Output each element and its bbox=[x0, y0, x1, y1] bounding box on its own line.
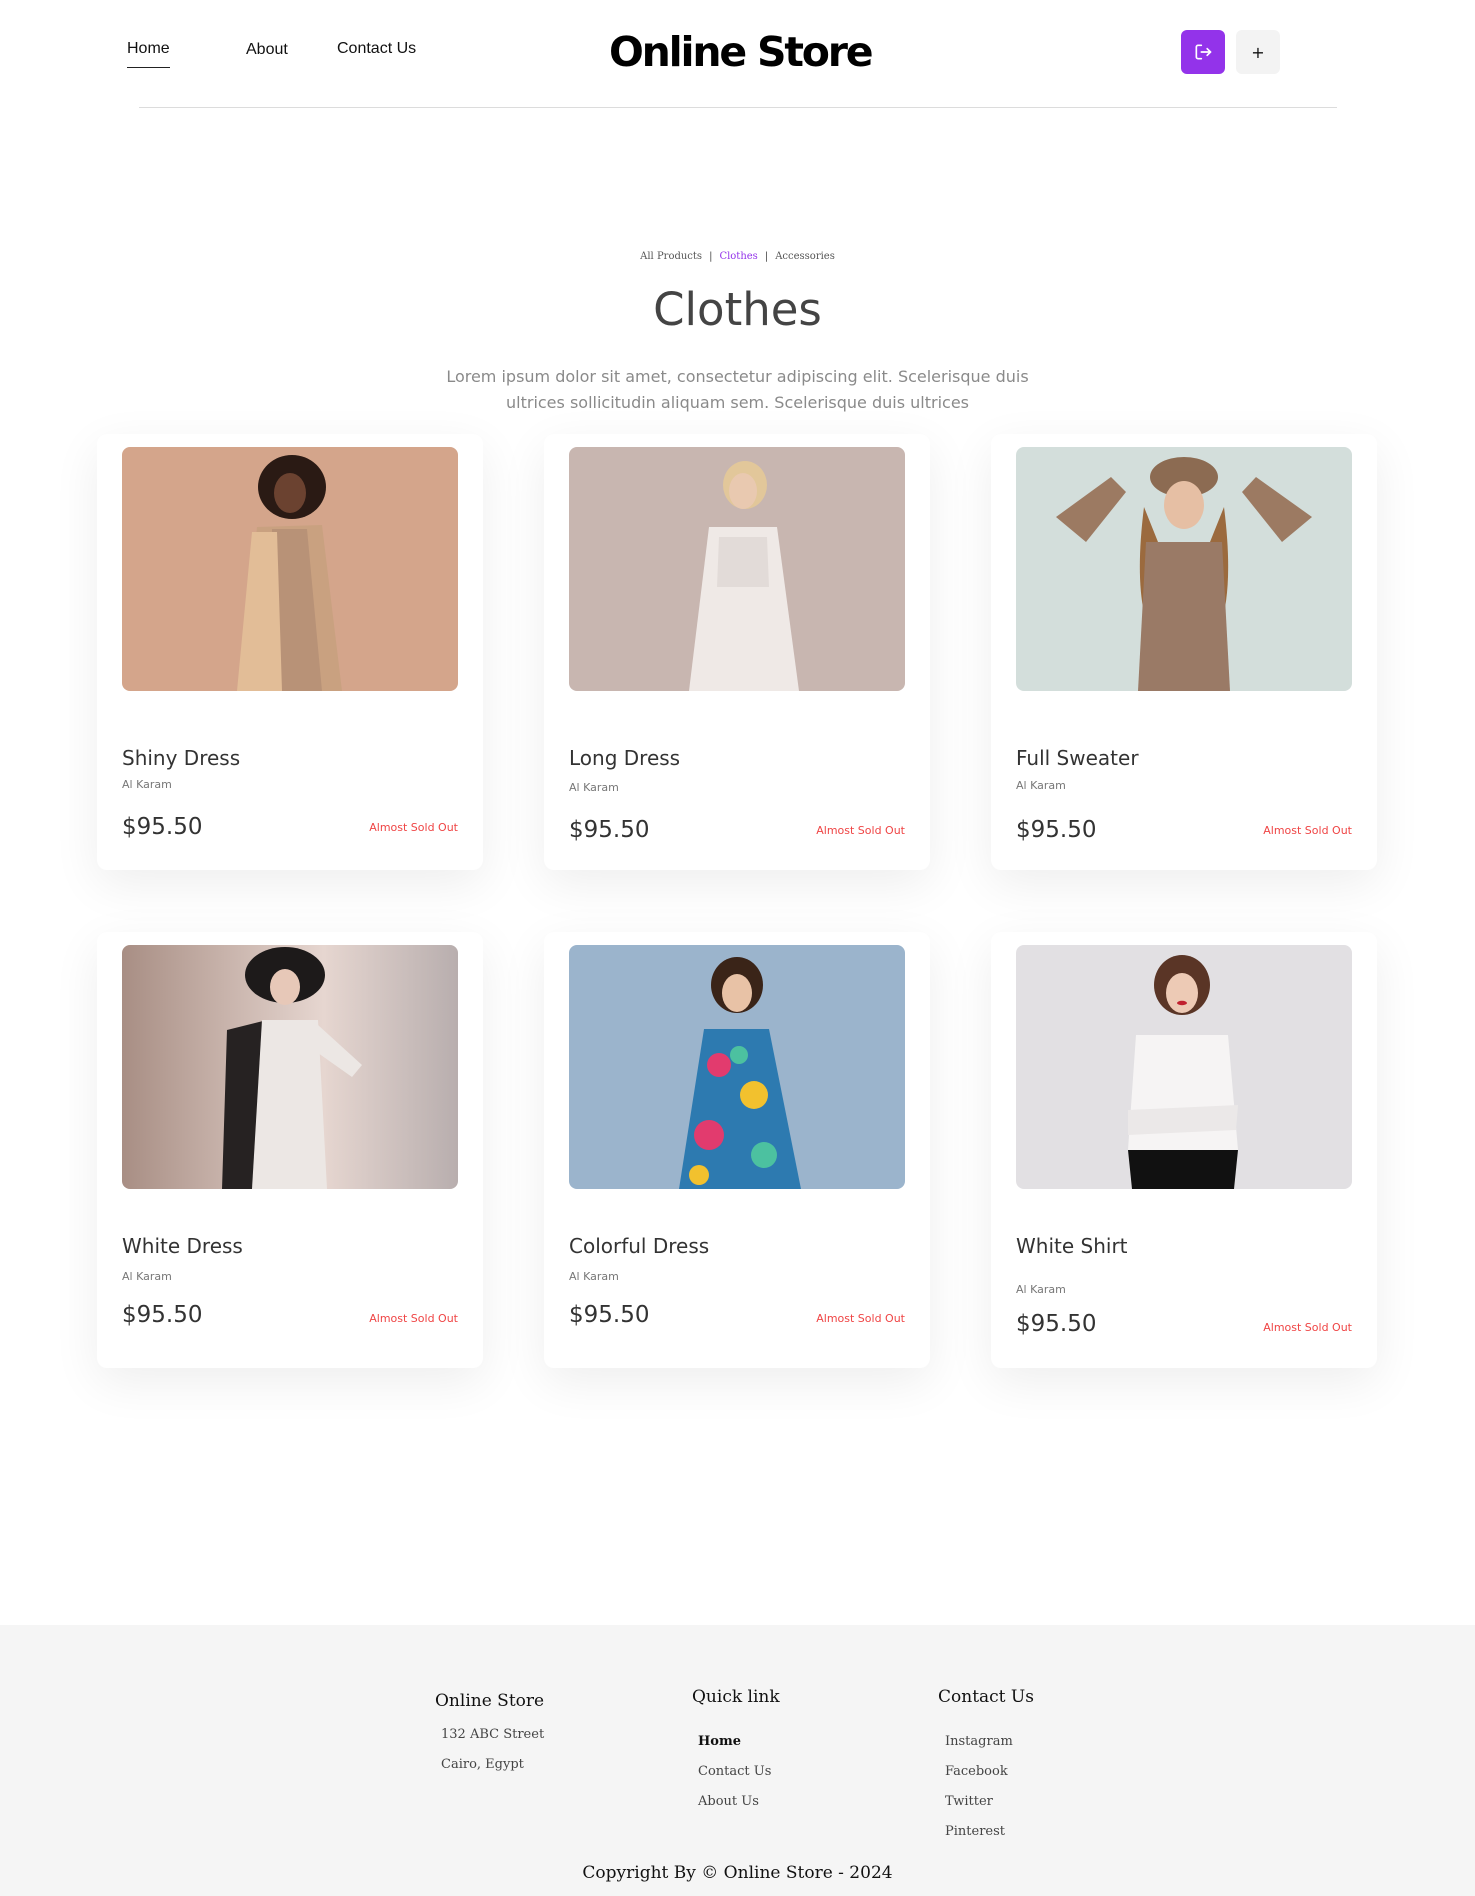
logout-icon bbox=[1195, 44, 1212, 60]
category-breadcrumb: All Products | Clothes | Accessories bbox=[0, 251, 1475, 262]
copyright-text: Copyright By © Online Store - 2024 bbox=[582, 1863, 893, 1883]
product-price: $95.50 bbox=[122, 1302, 203, 1328]
brand-logo[interactable]: Online Store bbox=[609, 28, 874, 76]
stock-status: Almost Sold Out bbox=[816, 1312, 905, 1325]
product-image[interactable] bbox=[122, 447, 458, 691]
breadcrumb-clothes[interactable]: Clothes bbox=[719, 251, 757, 262]
footer-link-twitter[interactable]: Twitter bbox=[945, 1794, 993, 1809]
product-name: Colorful Dress bbox=[569, 1234, 710, 1258]
product-brand: Al Karam bbox=[1016, 1283, 1066, 1296]
product-brand: Al Karam bbox=[569, 781, 619, 794]
product-card[interactable]: White Dress Al Karam $95.50 Almost Sold … bbox=[97, 932, 483, 1368]
product-image[interactable] bbox=[569, 447, 905, 691]
product-card[interactable]: White Shirt Al Karam $95.50 Almost Sold … bbox=[991, 932, 1377, 1368]
stock-status: Almost Sold Out bbox=[1263, 824, 1352, 837]
logout-button[interactable] bbox=[1181, 30, 1225, 74]
product-card[interactable]: Full Sweater Al Karam $95.50 Almost Sold… bbox=[991, 434, 1377, 870]
plus-icon: + bbox=[1251, 42, 1265, 62]
product-name: Shiny Dress bbox=[122, 746, 241, 770]
stock-status: Almost Sold Out bbox=[369, 821, 458, 834]
product-price: $95.50 bbox=[1016, 817, 1097, 843]
stock-status: Almost Sold Out bbox=[369, 1312, 458, 1325]
breadcrumb-accessories[interactable]: Accessories bbox=[775, 251, 835, 262]
breadcrumb-separator: | bbox=[709, 251, 713, 262]
product-image[interactable] bbox=[122, 945, 458, 1189]
footer-contact-title: Contact Us bbox=[938, 1687, 1034, 1707]
footer-link-contact-us[interactable]: Contact Us bbox=[698, 1764, 771, 1779]
footer-link-facebook[interactable]: Facebook bbox=[945, 1764, 1008, 1779]
product-card[interactable]: Shiny Dress Al Karam $95.50 Almost Sold … bbox=[97, 434, 483, 870]
product-brand: Al Karam bbox=[122, 1270, 172, 1283]
product-name: White Shirt bbox=[1016, 1234, 1128, 1258]
page-title: Clothes bbox=[653, 283, 822, 336]
section-description: Lorem ipsum dolor sit amet, consectetur … bbox=[446, 367, 1029, 412]
product-price: $95.50 bbox=[569, 817, 650, 843]
product-image[interactable] bbox=[1016, 945, 1352, 1189]
footer-link-home[interactable]: Home bbox=[698, 1734, 741, 1749]
product-image[interactable] bbox=[569, 945, 905, 1189]
breadcrumb-all-products[interactable]: All Products bbox=[640, 251, 702, 262]
product-name: Full Sweater bbox=[1016, 746, 1139, 770]
footer-link-pinterest[interactable]: Pinterest bbox=[945, 1824, 1005, 1839]
nav-home-link[interactable]: Home bbox=[127, 40, 170, 68]
nav-about-link[interactable]: About bbox=[246, 41, 288, 59]
stock-status: Almost Sold Out bbox=[816, 824, 905, 837]
product-price: $95.50 bbox=[122, 814, 203, 840]
breadcrumb-separator: | bbox=[764, 251, 769, 262]
footer-link-instagram[interactable]: Instagram bbox=[945, 1734, 1013, 1749]
stock-status: Almost Sold Out bbox=[1263, 1321, 1352, 1334]
footer-quick-title: Quick link bbox=[692, 1687, 780, 1707]
product-brand: Al Karam bbox=[1016, 779, 1066, 792]
product-brand: Al Karam bbox=[569, 1270, 619, 1283]
site-footer bbox=[0, 1625, 1475, 1896]
product-price: $95.50 bbox=[1016, 1311, 1097, 1337]
header-divider bbox=[139, 107, 1337, 108]
footer-address-line: 132 ABC Street bbox=[441, 1727, 545, 1742]
footer-link-about-us[interactable]: About Us bbox=[698, 1794, 759, 1809]
product-brand: Al Karam bbox=[122, 778, 172, 791]
footer-address-line: Cairo, Egypt bbox=[441, 1757, 524, 1772]
nav-contact-link[interactable]: Contact Us bbox=[337, 40, 416, 58]
footer-store-title: Online Store bbox=[435, 1691, 545, 1711]
product-card[interactable]: Colorful Dress Al Karam $95.50 Almost So… bbox=[544, 932, 930, 1368]
product-name: White Dress bbox=[122, 1234, 243, 1258]
add-button[interactable]: + bbox=[1236, 30, 1280, 74]
product-name: Long Dress bbox=[569, 746, 681, 770]
product-image[interactable] bbox=[1016, 447, 1352, 691]
product-card[interactable]: Long Dress Al Karam $95.50 Almost Sold O… bbox=[544, 434, 930, 870]
product-price: $95.50 bbox=[569, 1302, 650, 1328]
